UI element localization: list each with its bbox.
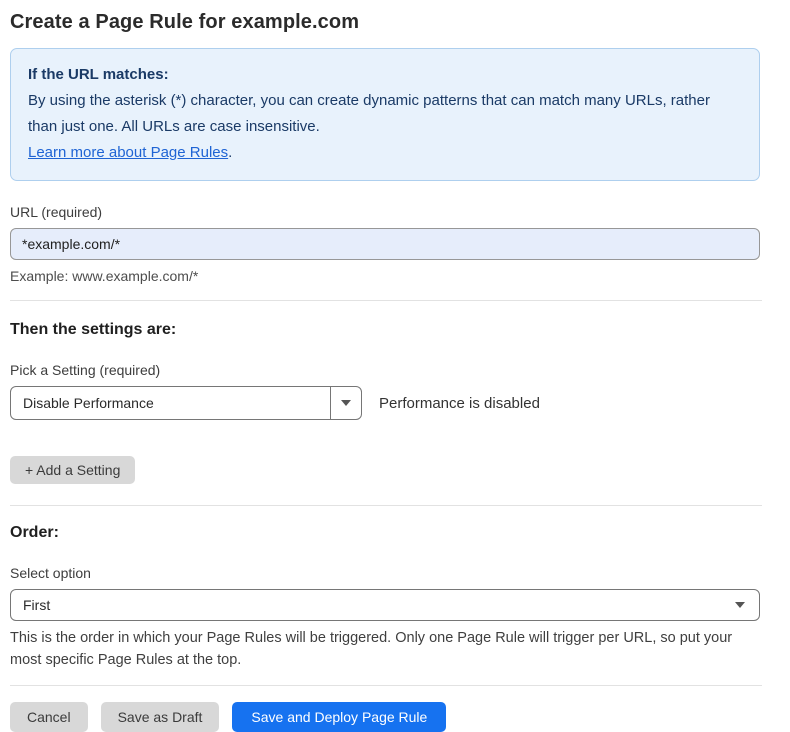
learn-more-link[interactable]: Learn more about Page Rules [28,144,228,161]
settings-section-heading: Then the settings are: [10,321,760,339]
order-select-value: First [23,597,735,613]
info-box-body: By using the asterisk (*) character, you… [28,88,742,140]
order-section-heading: Order: [10,524,760,542]
order-select[interactable]: First [10,589,760,621]
order-help-text: This is the order in which your Page Rul… [10,627,758,671]
setting-select[interactable]: Disable Performance [10,386,362,420]
order-select-label: Select option [10,565,760,581]
footer-actions: Cancel Save as Draft Save and Deploy Pag… [10,702,760,732]
setting-picker-label: Pick a Setting (required) [10,362,760,378]
add-setting-button[interactable]: + Add a Setting [10,456,135,484]
save-as-draft-button[interactable]: Save as Draft [101,702,220,732]
setting-row: Disable Performance Performance is disab… [10,386,760,420]
setting-select-value: Disable Performance [11,387,330,419]
cancel-button[interactable]: Cancel [10,702,88,732]
url-input[interactable] [10,228,760,260]
chevron-down-icon [735,602,745,608]
info-box-heading: If the URL matches: [28,62,742,88]
save-and-deploy-button[interactable]: Save and Deploy Page Rule [232,702,446,732]
divider [10,505,762,506]
url-matches-info-box: If the URL matches: By using the asteris… [10,48,760,181]
divider [10,300,762,301]
info-box-link-line: Learn more about Page Rules. [28,140,742,166]
dropdown-arrow-icon [341,400,351,406]
divider [10,685,762,686]
page-rule-form: Create a Page Rule for example.com If th… [0,0,790,732]
link-suffix: . [228,144,232,161]
page-title: Create a Page Rule for example.com [10,11,760,34]
setting-status-text: Performance is disabled [379,395,540,412]
url-example-text: Example: www.example.com/* [10,268,760,284]
url-field-label: URL (required) [10,204,760,220]
setting-select-arrow-button[interactable] [330,387,361,419]
